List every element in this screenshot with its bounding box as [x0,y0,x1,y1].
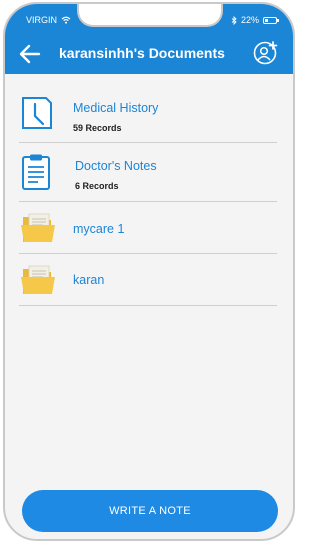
back-button[interactable] [17,41,43,67]
document-list: Medical History 59 Records Doctor's Note… [19,84,277,306]
folder-icon [21,213,55,242]
phone-frame: VIRGIN 22% karansinhh's Documents Medica… [3,2,295,541]
page-title: karansinhh's Documents [59,45,225,61]
item-subtitle: 59 Records [73,123,122,133]
wifi-icon [61,16,71,24]
battery-icon [263,16,279,24]
status-bar: VIRGIN 22% [5,4,293,34]
status-right: 22% [231,15,279,25]
bluetooth-icon [231,15,237,25]
list-item-karan[interactable]: karan [19,254,277,306]
add-user-button[interactable] [253,40,279,66]
item-title: karan [73,273,105,287]
battery-fill [265,18,268,22]
item-title: Doctor's Notes [75,159,157,173]
arrow-left-icon [19,44,41,64]
item-title: Medical History [73,101,159,115]
clock-document-icon [22,97,52,129]
list-item-mycare-1[interactable]: mycare 1 [19,202,277,254]
list-item-doctors-notes[interactable]: Doctor's Notes 6 Records [19,143,277,202]
clipboard-icon [22,154,50,190]
folder-icon [21,265,55,294]
notch [77,4,223,27]
write-a-note-button[interactable]: WRITE A NOTE [22,490,278,532]
add-user-icon [253,41,278,65]
item-subtitle: 6 Records [75,181,119,191]
battery-percent: 22% [240,15,259,25]
list-item-medical-history[interactable]: Medical History 59 Records [19,84,277,143]
carrier-label: VIRGIN [26,15,58,25]
app-bar: karansinhh's Documents [5,34,293,74]
status-left: VIRGIN [26,15,71,25]
item-title: mycare 1 [73,222,125,236]
